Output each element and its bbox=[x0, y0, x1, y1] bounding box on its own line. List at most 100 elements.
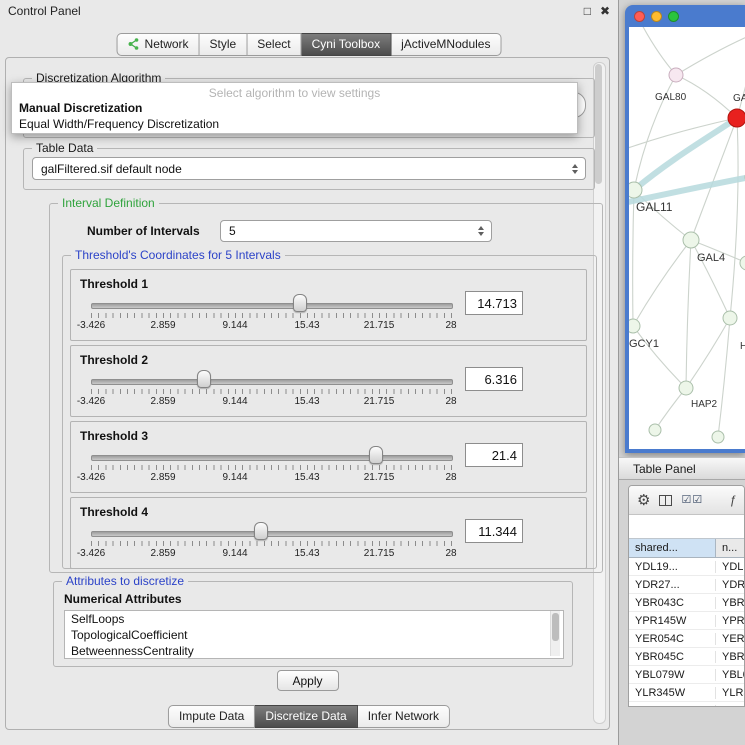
columns-icon[interactable] bbox=[659, 495, 672, 506]
table-cell[interactable]: YER054C bbox=[629, 633, 716, 645]
gear-icon[interactable]: ⚙ bbox=[637, 493, 650, 508]
network-canvas[interactable]: GAL80GAGAL11GAL4GCY1HHAP2 bbox=[629, 27, 745, 449]
slider-track[interactable] bbox=[91, 531, 453, 537]
threshold-value-input[interactable] bbox=[465, 367, 523, 391]
network-node[interactable] bbox=[728, 109, 745, 127]
table-cell[interactable]: YBL079W bbox=[629, 669, 716, 681]
slider-thumb[interactable] bbox=[197, 370, 211, 388]
dropdown-option-manual-discretization[interactable]: Manual Discretization bbox=[12, 100, 577, 116]
function-builder-icon[interactable]: ƒ bbox=[729, 493, 736, 507]
table-cell[interactable]: YLR345W bbox=[629, 687, 716, 699]
table-cell[interactable]: YBR0 bbox=[716, 651, 744, 663]
network-edge[interactable] bbox=[633, 326, 686, 388]
table-cell[interactable]: YBR0 bbox=[716, 597, 744, 609]
table-data-combobox[interactable]: galFiltered.sif default node bbox=[32, 157, 586, 180]
slider-track[interactable] bbox=[91, 303, 453, 309]
network-view-window[interactable]: GAL80GAGAL11GAL4GCY1HHAP2 bbox=[625, 5, 745, 453]
minimize-traffic-light-icon[interactable] bbox=[651, 11, 662, 22]
table-row[interactable]: YDL19...YDL1 bbox=[629, 558, 744, 576]
tab-cyni-toolbox[interactable]: Cyni Toolbox bbox=[302, 33, 391, 56]
tab-jactivemnodules[interactable]: jActiveMNodules bbox=[391, 33, 501, 56]
number-of-intervals-combobox[interactable]: 5 bbox=[220, 220, 492, 242]
network-node[interactable] bbox=[629, 319, 640, 333]
table-cell[interactable]: YDL1 bbox=[716, 561, 744, 573]
network-edge[interactable] bbox=[629, 118, 737, 149]
slider-thumb[interactable] bbox=[293, 294, 307, 312]
table-cell[interactable]: YLR3 bbox=[716, 687, 744, 699]
threshold-value-input[interactable] bbox=[465, 519, 523, 543]
slider-track[interactable] bbox=[91, 455, 453, 461]
close-traffic-light-icon[interactable] bbox=[634, 11, 645, 22]
network-edge[interactable] bbox=[730, 118, 738, 318]
attributes-group-label: Attributes to discretize bbox=[62, 574, 188, 588]
slider-scale-label: 9.144 bbox=[222, 396, 247, 407]
network-edge[interactable] bbox=[641, 27, 676, 75]
column-header-shared-name[interactable]: shared... bbox=[629, 539, 716, 557]
table-cell[interactable]: YIL0 bbox=[716, 705, 744, 708]
table-row[interactable]: YDR27...YDR2 bbox=[629, 576, 744, 594]
attributes-list-scrollbar[interactable] bbox=[550, 611, 560, 656]
network-edge[interactable] bbox=[686, 318, 730, 388]
slider-track[interactable] bbox=[91, 379, 453, 385]
table-row[interactable]: YLR345WYLR3 bbox=[629, 684, 744, 702]
table-cell[interactable]: YDL19... bbox=[629, 561, 716, 573]
close-window-icon[interactable]: ✖ bbox=[600, 4, 610, 18]
table-cell[interactable]: YBL0 bbox=[716, 669, 744, 681]
network-node[interactable] bbox=[712, 431, 724, 443]
table-row[interactable]: YPR145WYPR1 bbox=[629, 612, 744, 630]
table-cell[interactable]: YDR2 bbox=[716, 579, 744, 591]
zoom-traffic-light-icon[interactable] bbox=[668, 11, 679, 22]
table-row[interactable]: YBR045CYBR0 bbox=[629, 648, 744, 666]
slider-thumb[interactable] bbox=[254, 522, 268, 540]
table-row[interactable]: YBR043CYBR0 bbox=[629, 594, 744, 612]
attribute-item[interactable]: BetweennessCentrality bbox=[65, 643, 563, 659]
table-cell[interactable]: YDR27... bbox=[629, 579, 716, 591]
table-cell[interactable]: YPR1 bbox=[716, 615, 744, 627]
tab-impute-data[interactable]: Impute Data bbox=[168, 705, 255, 728]
table-cell[interactable]: YBR043C bbox=[629, 597, 716, 609]
network-node[interactable] bbox=[683, 232, 699, 248]
network-edge[interactable] bbox=[686, 240, 691, 388]
network-edge[interactable] bbox=[676, 35, 745, 75]
tab-select[interactable]: Select bbox=[247, 33, 301, 56]
network-edge[interactable] bbox=[633, 190, 634, 326]
table-cell[interactable]: YER0 bbox=[716, 633, 744, 645]
table-cell[interactable]: YBR045C bbox=[629, 651, 716, 663]
attribute-item[interactable]: TopologicalCoefficient bbox=[65, 627, 563, 643]
scrollbar-thumb[interactable] bbox=[595, 64, 602, 184]
select-columns-icon[interactable]: ☑☑ bbox=[681, 495, 703, 506]
tab-network[interactable]: Network bbox=[117, 33, 200, 56]
dropdown-option-equal-width-frequency[interactable]: Equal Width/Frequency Discretization bbox=[12, 116, 577, 132]
network-window-titlebar[interactable] bbox=[625, 5, 745, 27]
network-thick-edge[interactable] bbox=[634, 118, 737, 190]
scrollbar-thumb[interactable] bbox=[552, 613, 559, 641]
network-node[interactable] bbox=[679, 381, 693, 395]
table-row[interactable]: YIL052CYIL0 bbox=[629, 702, 744, 707]
threshold-value-input[interactable] bbox=[465, 443, 523, 467]
tab-infer-network[interactable]: Infer Network bbox=[358, 705, 450, 728]
attribute-item[interactable]: SelfLoops bbox=[65, 611, 563, 627]
network-node[interactable] bbox=[740, 256, 745, 270]
apply-button[interactable]: Apply bbox=[277, 670, 339, 691]
table-panel-titlebar[interactable]: Table Panel bbox=[619, 457, 745, 480]
network-node[interactable] bbox=[723, 311, 737, 325]
network-node[interactable] bbox=[629, 182, 642, 198]
threshold-value-input[interactable] bbox=[465, 291, 523, 315]
slider-scale-label: 21.715 bbox=[364, 472, 395, 483]
tab-discretize-data[interactable]: Discretize Data bbox=[255, 705, 357, 728]
network-node[interactable] bbox=[669, 68, 683, 82]
slider-scale-label: -3.426 bbox=[77, 472, 105, 483]
table-row[interactable]: YBL079WYBL0 bbox=[629, 666, 744, 684]
tab-style[interactable]: Style bbox=[200, 33, 248, 56]
column-header-name[interactable]: n... bbox=[716, 539, 744, 557]
network-edge[interactable] bbox=[655, 388, 686, 430]
table-cell[interactable]: YIL052C bbox=[629, 705, 716, 708]
control-panel-titlebar[interactable]: Control Panel □ ✖ bbox=[0, 0, 618, 22]
float-window-icon[interactable]: □ bbox=[584, 4, 591, 18]
table-row[interactable]: YER054CYER0 bbox=[629, 630, 744, 648]
network-node[interactable] bbox=[649, 424, 661, 436]
attributes-list[interactable]: SelfLoopsTopologicalCoefficientBetweenne… bbox=[64, 610, 564, 659]
slider-thumb[interactable] bbox=[369, 446, 383, 464]
network-edge[interactable] bbox=[633, 240, 691, 326]
table-cell[interactable]: YPR145W bbox=[629, 615, 716, 627]
